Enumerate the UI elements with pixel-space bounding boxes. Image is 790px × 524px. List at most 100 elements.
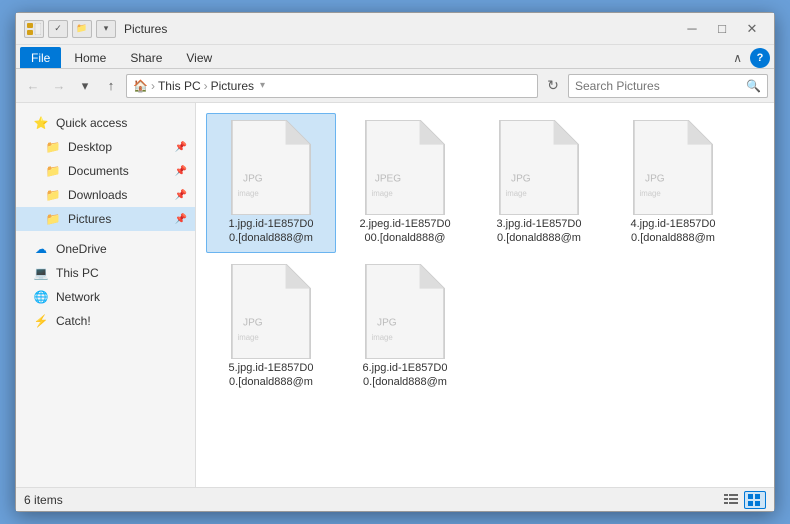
path-pictures[interactable]: Pictures (211, 79, 254, 93)
help-button[interactable]: ? (750, 48, 770, 68)
sidebar-item-label: Downloads (68, 188, 127, 202)
quick-access-toolbar-icon1[interactable] (24, 20, 44, 38)
status-text: 6 items (24, 493, 720, 507)
title-bar-icons: ✓ 📁 ▾ (24, 20, 116, 38)
sidebar-item-documents[interactable]: 📁 Documents 📌 (16, 159, 195, 183)
sidebar-item-label: OneDrive (56, 242, 107, 256)
file-icon-2: JPEG image (365, 120, 445, 215)
window-title: Pictures (124, 22, 678, 36)
svg-text:image: image (237, 189, 258, 198)
forward-button[interactable]: → (48, 75, 70, 97)
sidebar-item-label: Documents (68, 164, 129, 178)
desktop-folder-icon: 📁 (44, 138, 62, 156)
quick-access-dropdown[interactable]: ▾ (96, 20, 116, 38)
file-area: JPG image 1.jpg.id-1E857D00.[donald888@m… (196, 103, 774, 487)
svg-text:JPEG: JPEG (375, 173, 401, 184)
file-name-2: 2.jpeg.id-1E857D000.[donald888@mail.fr].… (359, 217, 450, 246)
path-home-icon: 🏠 (133, 79, 148, 93)
sidebar-item-thispc[interactable]: 💻 This PC (16, 261, 195, 285)
sidebar-item-label: Pictures (68, 212, 111, 226)
sidebar-item-label: This PC (56, 266, 99, 280)
tab-share[interactable]: Share (119, 47, 173, 68)
path-dropdown-arrow[interactable]: ▾ (260, 80, 265, 91)
list-view-button[interactable] (720, 491, 742, 509)
sidebar-item-label: Desktop (68, 140, 112, 154)
network-icon: 🌐 (32, 288, 50, 306)
sidebar-item-downloads[interactable]: 📁 Downloads 📌 (16, 183, 195, 207)
refresh-button[interactable]: ↻ (542, 75, 564, 97)
sidebar-item-quick-access[interactable]: ⭐ Quick access (16, 111, 195, 135)
thispc-icon: 💻 (32, 264, 50, 282)
status-bar: 6 items (16, 487, 774, 511)
address-bar: ← → ▾ ↑ 🏠 › This PC › Pictures ▾ ↻ 🔍 (16, 69, 774, 103)
catch-icon: ⚡ (32, 312, 50, 330)
sidebar-item-catch[interactable]: ⚡ Catch! (16, 309, 195, 333)
quick-access-toolbar-icon3[interactable]: 📁 (72, 20, 92, 38)
maximize-button[interactable]: □ (708, 19, 736, 39)
files-grid: JPG image 1.jpg.id-1E857D00.[donald888@m… (196, 103, 774, 487)
minimize-button[interactable]: ─ (678, 19, 706, 39)
items-label: items (34, 493, 63, 507)
address-path[interactable]: 🏠 › This PC › Pictures ▾ (126, 74, 538, 98)
sidebar-item-label: Catch! (56, 314, 91, 328)
view-buttons (720, 491, 766, 509)
pin-icon: 📌 (175, 142, 187, 153)
file-icon-1: JPG image (231, 120, 311, 215)
quick-access-toolbar-icon2[interactable]: ✓ (48, 20, 68, 38)
svg-text:image: image (505, 189, 526, 198)
ribbon-tabs: File Home Share View ∧ ? (16, 45, 774, 69)
sidebar-item-desktop[interactable]: 📁 Desktop 📌 (16, 135, 195, 159)
back-button[interactable]: ← (22, 75, 44, 97)
file-item-3[interactable]: JPG image 3.jpg.id-1E857D00.[donald888@m… (474, 113, 604, 253)
svg-text:image: image (639, 189, 660, 198)
file-item-5[interactable]: JPG image 5.jpg.id-1E857D00.[donald888@m… (206, 257, 336, 397)
onedrive-icon: ☁ (32, 240, 50, 258)
file-item-2[interactable]: JPEG image 2.jpeg.id-1E857D000.[donald88… (340, 113, 470, 253)
svg-text:JPG: JPG (511, 173, 531, 184)
file-name-6: 6.jpg.id-1E857D00.[donald888@mail.fr].88… (362, 361, 447, 390)
sidebar-item-network[interactable]: 🌐 Network (16, 285, 195, 309)
file-item-1[interactable]: JPG image 1.jpg.id-1E857D00.[donald888@m… (206, 113, 336, 253)
search-input[interactable] (575, 79, 746, 93)
large-icons-view-button[interactable] (744, 491, 766, 509)
file-icon-5: JPG image (231, 264, 311, 359)
sidebar-item-label: Quick access (56, 116, 127, 130)
file-name-4: 4.jpg.id-1E857D00.[donald888@mail.fr].88… (630, 217, 715, 246)
ribbon-collapse-arrow[interactable]: ∧ (729, 49, 746, 67)
pin-icon: 📌 (175, 190, 187, 201)
sidebar-item-pictures[interactable]: 📁 Pictures 📌 (16, 207, 195, 231)
item-count: 6 (24, 493, 31, 507)
pictures-folder-icon: 📁 (44, 210, 62, 228)
search-box[interactable]: 🔍 (568, 74, 768, 98)
search-icon: 🔍 (746, 79, 761, 93)
tab-view[interactable]: View (175, 47, 223, 68)
title-bar: ✓ 📁 ▾ Pictures ─ □ ✕ (16, 13, 774, 45)
file-name-5: 5.jpg.id-1E857D00.[donald888@mail.fr].88… (228, 361, 313, 390)
window-controls: ─ □ ✕ (678, 19, 766, 39)
up-button[interactable]: ↑ (100, 75, 122, 97)
sidebar: ⭐ Quick access 📁 Desktop 📌 📁 Documents 📌… (16, 103, 196, 487)
file-icon-3: JPG image (499, 120, 579, 215)
svg-text:JPG: JPG (243, 317, 263, 328)
path-this-pc[interactable]: This PC (158, 79, 201, 93)
file-item-4[interactable]: JPG image 4.jpg.id-1E857D00.[donald888@m… (608, 113, 738, 253)
file-name-1: 1.jpg.id-1E857D00.[donald888@mail.fr].88… (228, 217, 313, 246)
quick-access-icon: ⭐ (32, 114, 50, 132)
tab-file[interactable]: File (20, 47, 61, 68)
svg-text:image: image (371, 333, 392, 342)
downloads-folder-icon: 📁 (44, 186, 62, 204)
tab-home[interactable]: Home (63, 47, 117, 68)
svg-text:JPG: JPG (377, 317, 397, 328)
file-icon-4: JPG image (633, 120, 713, 215)
svg-text:JPG: JPG (243, 173, 263, 184)
sidebar-item-label: Network (56, 290, 100, 304)
ribbon-extra: ∧ ? (729, 48, 770, 68)
main-window: ✓ 📁 ▾ Pictures ─ □ ✕ File Home Share Vie… (15, 12, 775, 512)
history-dropdown-button[interactable]: ▾ (74, 75, 96, 97)
documents-folder-icon: 📁 (44, 162, 62, 180)
close-button[interactable]: ✕ (738, 19, 766, 39)
sidebar-item-onedrive[interactable]: ☁ OneDrive (16, 237, 195, 261)
svg-text:image: image (237, 333, 258, 342)
file-icon-6: JPG image (365, 264, 445, 359)
file-item-6[interactable]: JPG image 6.jpg.id-1E857D00.[donald888@m… (340, 257, 470, 397)
